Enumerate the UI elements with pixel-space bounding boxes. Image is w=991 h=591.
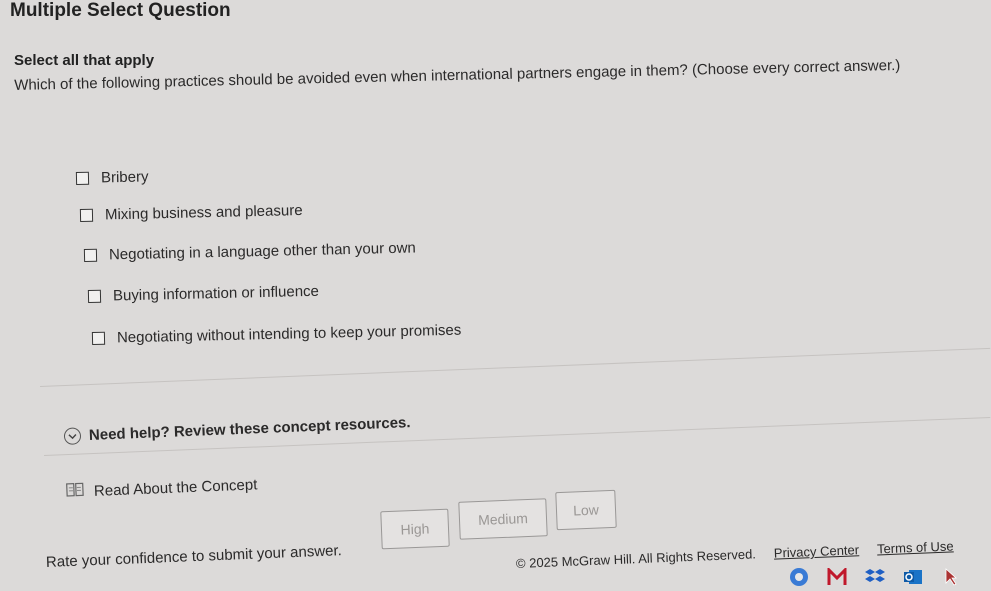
read-about-concept-link[interactable]: Read About the Concept	[66, 475, 258, 501]
concept-resources-toggle[interactable]: Need help? Review these concept resource…	[63, 414, 411, 445]
outlook-icon[interactable]	[902, 566, 924, 588]
option-label: Bribery	[100, 168, 149, 187]
confidence-low-button[interactable]: Low	[555, 489, 617, 531]
option-label: Negotiating in a language other than you…	[108, 239, 416, 264]
mcgraw-hill-icon[interactable]	[826, 566, 848, 588]
option-mixing-business[interactable]: Mixing business and pleasure	[79, 201, 303, 224]
question-type-heading: Multiple Select Question	[10, 0, 231, 21]
option-bribery[interactable]: Bribery	[75, 168, 149, 187]
terms-of-use-link[interactable]: Terms of Use	[877, 538, 954, 556]
dropbox-icon[interactable]	[864, 566, 886, 588]
option-label: Mixing business and pleasure	[104, 201, 303, 224]
resource-label: Read About the Concept	[93, 475, 258, 500]
option-label: Buying information or influence	[112, 282, 320, 305]
checkbox[interactable]	[83, 248, 98, 262]
confidence-high-button[interactable]: High	[380, 508, 450, 550]
book-icon	[66, 482, 85, 501]
confidence-prompt: Rate your confidence to submit your answ…	[45, 542, 343, 571]
chrome-icon[interactable]	[788, 566, 810, 588]
option-language[interactable]: Negotiating in a language other than you…	[83, 239, 416, 264]
privacy-center-link[interactable]: Privacy Center	[774, 542, 860, 560]
confidence-medium-button[interactable]: Medium	[458, 498, 548, 540]
chevron-down-icon	[63, 427, 82, 445]
checkbox[interactable]	[91, 331, 106, 345]
copyright-text: © 2025 McGraw Hill. All Rights Reserved.	[515, 546, 757, 571]
option-buying-influence[interactable]: Buying information or influence	[87, 282, 320, 305]
help-label: Need help? Review these concept resource…	[88, 414, 411, 444]
cursor-icon	[940, 566, 962, 588]
checkbox[interactable]	[79, 208, 94, 222]
option-label: Negotiating without intending to keep yo…	[116, 321, 462, 347]
checkbox[interactable]	[75, 171, 90, 185]
divider	[39, 347, 991, 387]
option-false-promises[interactable]: Negotiating without intending to keep yo…	[91, 321, 462, 347]
checkbox[interactable]	[87, 289, 102, 303]
instruction-text: Select all that apply	[14, 52, 155, 69]
taskbar	[780, 562, 991, 591]
